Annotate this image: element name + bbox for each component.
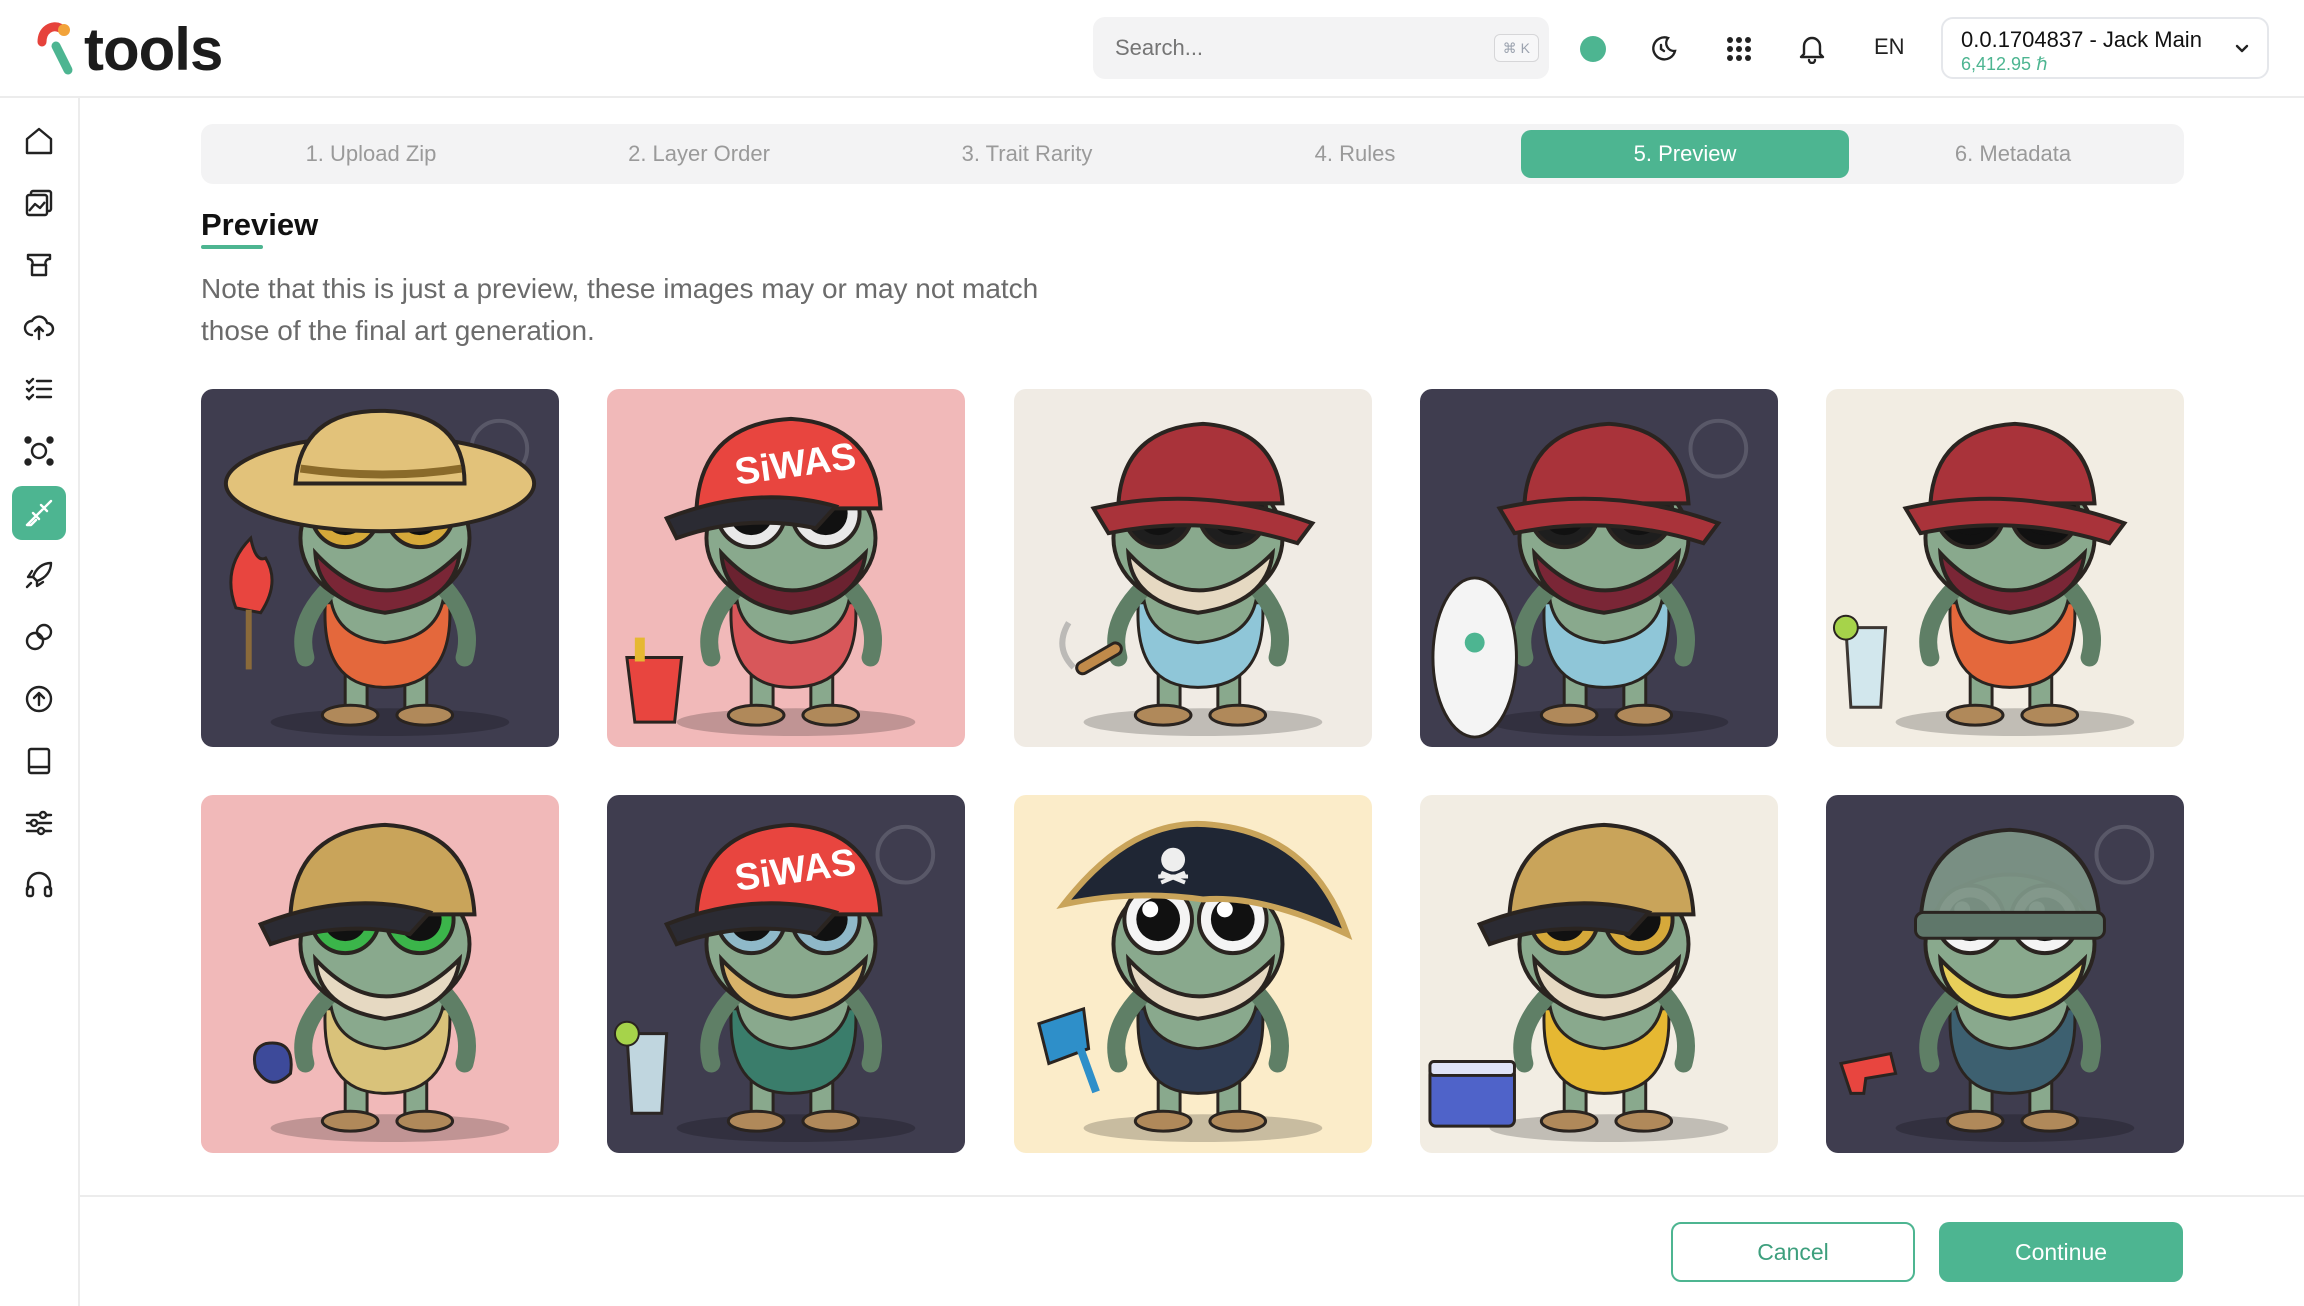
- top-header: tools ⌘ K EN 0.0.1704837 - Jack Main 6,4…: [0, 0, 2304, 98]
- sidebar-item-launch[interactable]: [12, 548, 66, 602]
- preview-card[interactable]: [201, 389, 559, 747]
- network-icon: [24, 436, 54, 466]
- nft-preview-image: [1826, 389, 2184, 747]
- sidebar-item-checklist[interactable]: [12, 362, 66, 416]
- nft-preview-image: SiWAS: [607, 389, 965, 747]
- search-input[interactable]: [1115, 17, 1455, 79]
- network-status-icon: [1580, 36, 1606, 62]
- sidebar-item-generator[interactable]: [12, 486, 66, 540]
- nft-preview-image: [201, 389, 559, 747]
- tab-layer-order[interactable]: 2. Layer Order: [535, 130, 863, 178]
- sliders-icon: [25, 810, 53, 836]
- checklist-icon: [25, 377, 53, 401]
- sidebar-item-ticket[interactable]: [12, 238, 66, 292]
- tab-rules[interactable]: 4. Rules: [1191, 130, 1519, 178]
- cloud-upload-icon: [23, 315, 55, 341]
- page-title: Preview: [201, 207, 319, 242]
- account-selector[interactable]: 0.0.1704837 - Jack Main 6,412.95 ℏ: [1941, 17, 2269, 79]
- language-selector[interactable]: EN: [1874, 34, 1905, 60]
- theme-toggle-icon[interactable]: [1645, 30, 1683, 68]
- home-icon: [25, 127, 53, 155]
- preview-card[interactable]: [1826, 389, 2184, 747]
- preview-card[interactable]: [1420, 389, 1778, 747]
- search-shortcut-badge: ⌘ K: [1493, 34, 1539, 62]
- title-underline: [201, 245, 263, 249]
- chevron-down-icon: [2233, 39, 2251, 62]
- account-balance: 6,412.95 ℏ: [1961, 54, 2048, 74]
- tab-preview[interactable]: 5. Preview: [1521, 130, 1849, 178]
- book-icon: [27, 747, 51, 775]
- logo-mark-icon: [34, 20, 80, 78]
- upload-circle-icon: [25, 685, 53, 713]
- preview-card[interactable]: [201, 795, 559, 1153]
- nft-preview-image: [1826, 795, 2184, 1153]
- footer-bar: Cancel Continue: [80, 1195, 2304, 1306]
- preview-card[interactable]: SiWAS: [607, 795, 965, 1153]
- preview-card[interactable]: [1420, 795, 1778, 1153]
- preview-card[interactable]: [1014, 389, 1372, 747]
- nft-preview-image: [1420, 795, 1778, 1153]
- preview-card[interactable]: SiWAS: [607, 389, 965, 747]
- cancel-button[interactable]: Cancel: [1671, 1222, 1915, 1282]
- nft-preview-image: [1014, 795, 1372, 1153]
- step-tabs: 1. Upload Zip 2. Layer Order 3. Trait Ra…: [201, 124, 2184, 184]
- headset-icon: [25, 871, 53, 898]
- nft-preview-image: [1420, 389, 1778, 747]
- tab-upload-zip[interactable]: 1. Upload Zip: [207, 130, 535, 178]
- sidebar-item-links[interactable]: [12, 610, 66, 664]
- apps-grid-icon[interactable]: [1720, 30, 1758, 68]
- preview-note: Note that this is just a preview, these …: [201, 273, 1039, 346]
- preview-card[interactable]: [1014, 795, 1372, 1153]
- sidebar-item-publish[interactable]: [12, 672, 66, 726]
- account-name: 0.0.1704837 - Jack Main: [1961, 27, 2202, 52]
- paintbrush-icon: [25, 499, 53, 527]
- continue-button[interactable]: Continue: [1939, 1222, 2183, 1282]
- logo[interactable]: tools: [34, 16, 223, 83]
- sidebar-item-upload[interactable]: [12, 300, 66, 354]
- sidebar-item-settings[interactable]: [12, 796, 66, 850]
- preview-card[interactable]: [1826, 795, 2184, 1153]
- nft-preview-image: [201, 795, 559, 1153]
- bell-icon[interactable]: [1793, 30, 1831, 68]
- sidebar-item-gallery[interactable]: [12, 176, 66, 230]
- sidebar-item-docs[interactable]: [12, 734, 66, 788]
- gallery-icon: [25, 189, 53, 217]
- search-box[interactable]: ⌘ K: [1093, 17, 1549, 79]
- tab-trait-rarity[interactable]: 3. Trait Rarity: [863, 130, 1191, 178]
- link-icon: [25, 623, 53, 651]
- nft-preview-image: [1014, 389, 1372, 747]
- nft-preview-image: SiWAS: [607, 795, 965, 1153]
- sidebar-item-support[interactable]: [12, 858, 66, 912]
- sidebar: [0, 98, 80, 1306]
- sidebar-item-network[interactable]: [12, 424, 66, 478]
- logo-text: tools: [84, 15, 223, 83]
- ticket-icon: [26, 253, 52, 277]
- tab-metadata[interactable]: 6. Metadata: [1849, 130, 2177, 178]
- rocket-icon: [25, 561, 53, 589]
- sidebar-item-home[interactable]: [12, 114, 66, 168]
